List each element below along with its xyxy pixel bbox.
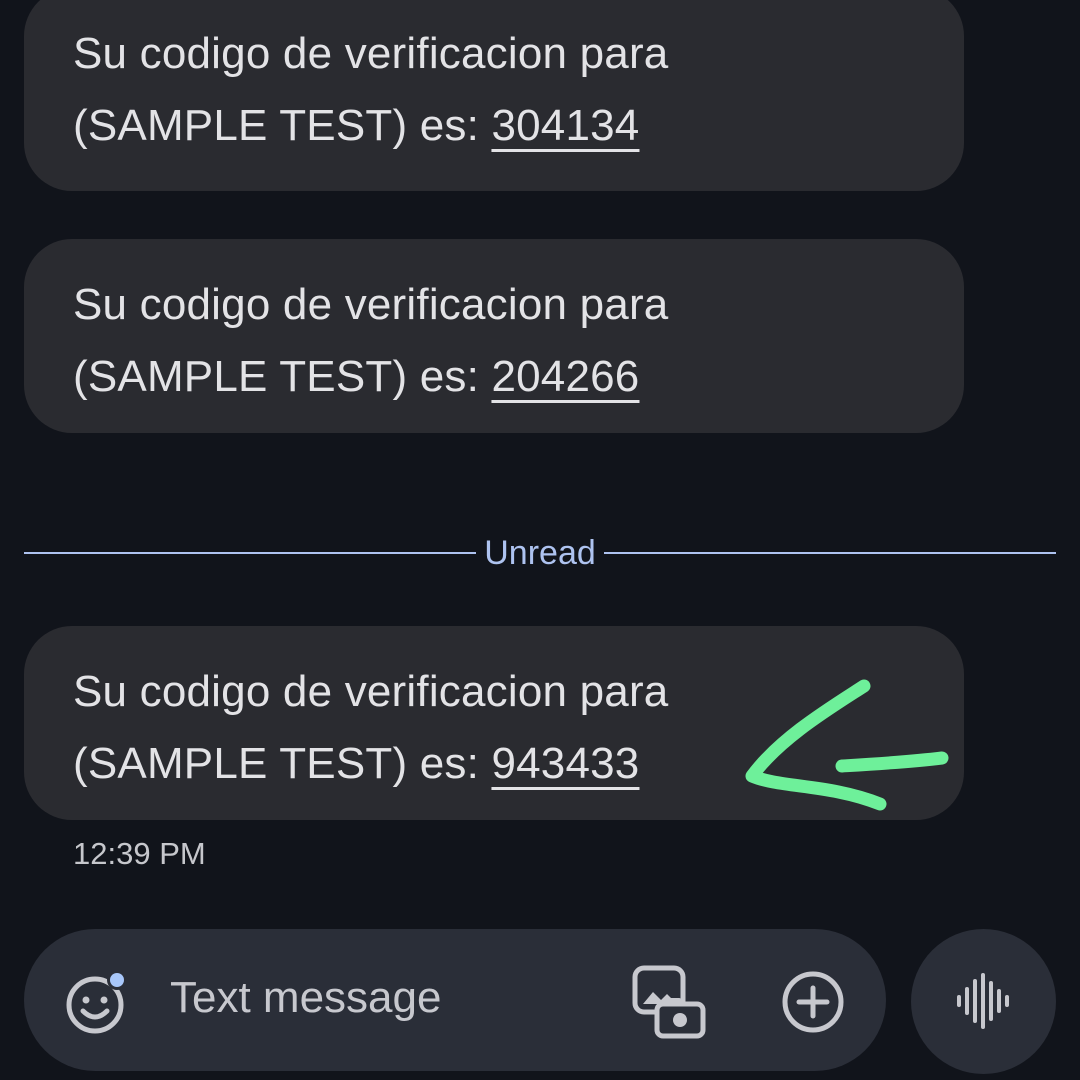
message-text-line: Su codigo de verificacion para [73,29,669,78]
message-text-line: Su codigo de verificacion para [73,280,669,329]
voice-waveform-icon [957,973,1009,1029]
message-text-prefix: (SAMPLE TEST) es: [73,101,492,150]
divider-rule-left [24,552,477,554]
message-bubble[interactable]: Su codigo de verificacion para (SAMPLE T… [24,0,964,191]
message-bubble[interactable]: Su codigo de verificacion para (SAMPLE T… [24,239,964,433]
message-composer [24,929,886,1071]
text-message-input[interactable] [170,973,600,1023]
verification-code-link[interactable]: 204266 [491,352,639,401]
gallery-camera-icon[interactable] [631,964,707,1040]
verification-code-link[interactable]: 304134 [491,101,639,150]
voice-message-button[interactable] [911,929,1056,1074]
unread-divider: Unread [24,533,1057,573]
add-circle-icon[interactable] [780,969,846,1035]
emoji-icon[interactable] [64,969,130,1035]
hand-drawn-arrow-annotation [745,679,949,811]
message-timestamp: 12:39 PM [73,836,206,871]
unread-label: Unread [484,533,596,572]
verification-code-link[interactable]: 943433 [491,739,639,788]
message-text-prefix: (SAMPLE TEST) es: [73,739,492,788]
divider-rule-right [603,552,1057,554]
message-text-prefix: (SAMPLE TEST) es: [73,352,492,401]
notification-dot [110,973,124,987]
